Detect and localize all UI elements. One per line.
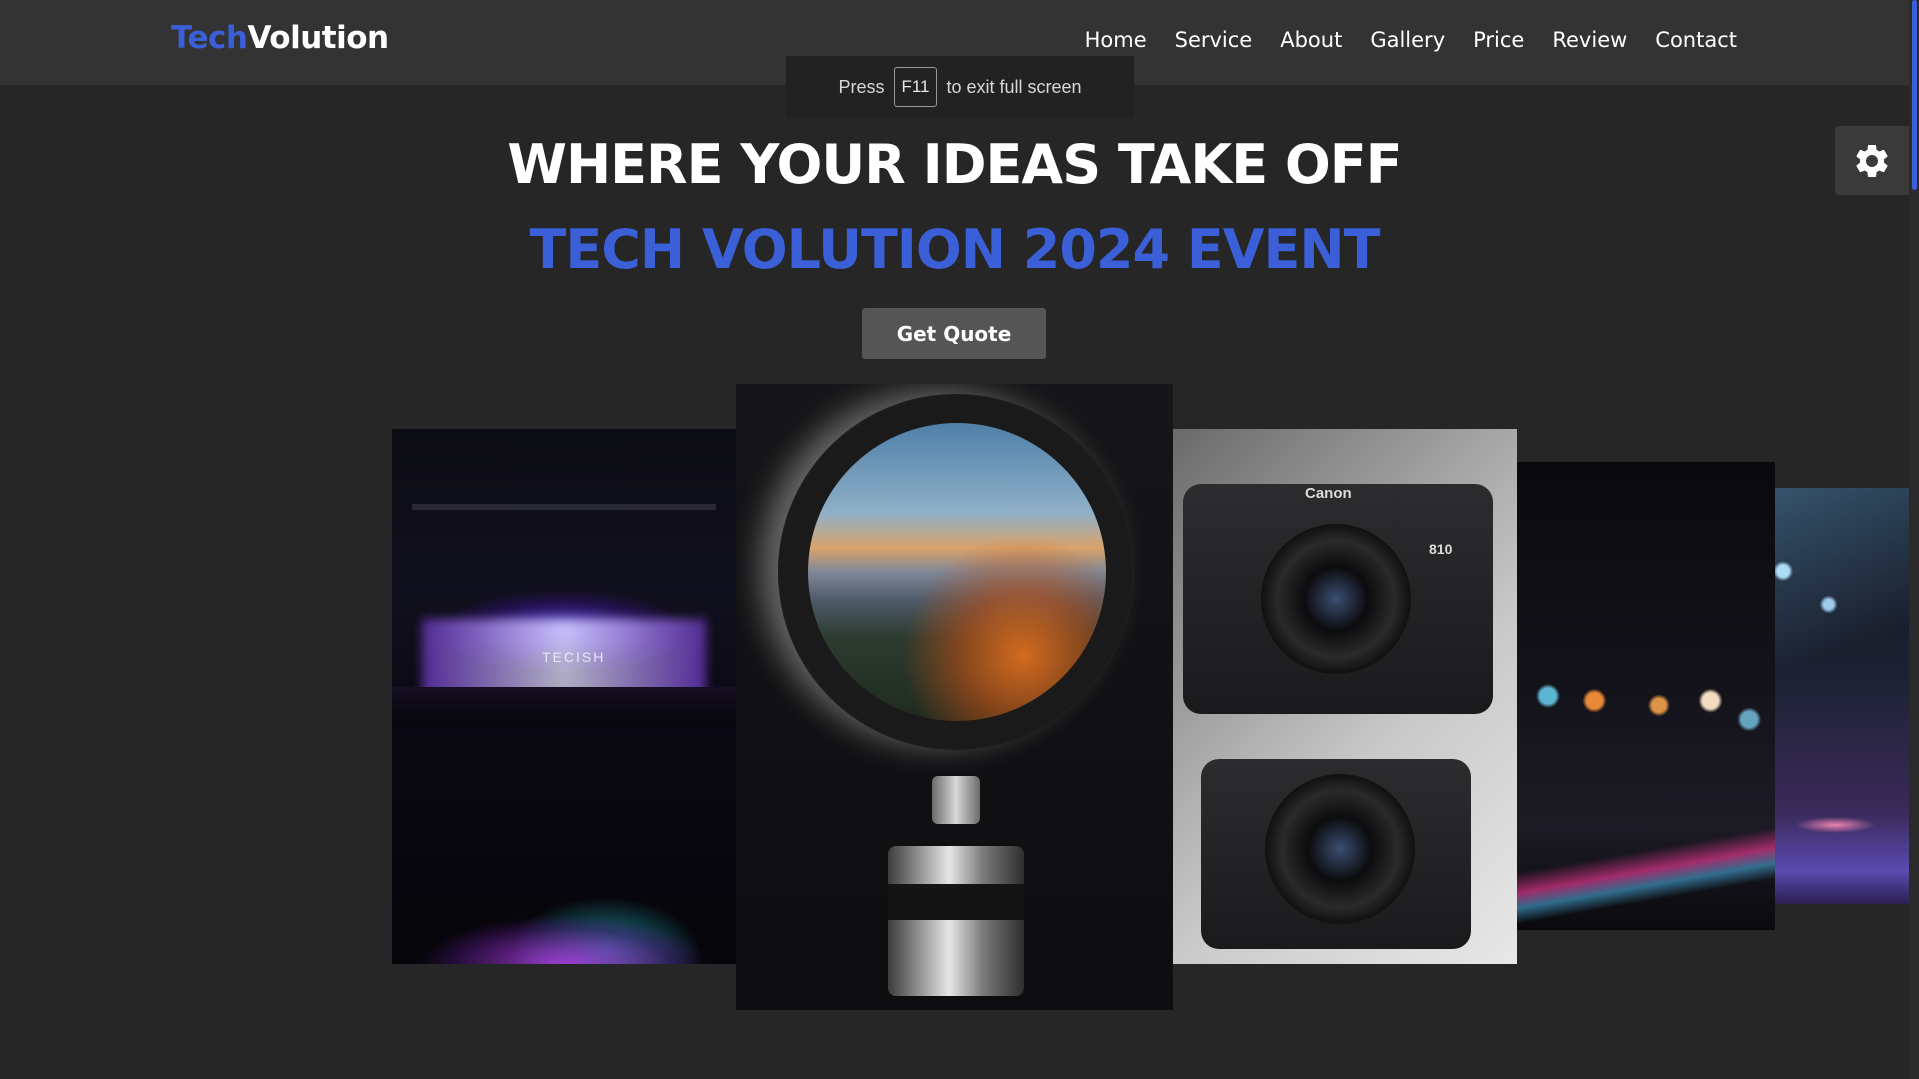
- nav-item-price[interactable]: Price: [1473, 28, 1524, 52]
- nav-links: Home Service About Gallery Price Review …: [1085, 28, 1737, 52]
- gallery-image-concert[interactable]: TECISH: [392, 429, 736, 964]
- nav-item-contact[interactable]: Contact: [1655, 28, 1737, 52]
- gallery-image-cameras[interactable]: Canon 810: [1173, 429, 1517, 964]
- gallery-image-stage[interactable]: [1775, 488, 1909, 904]
- concert-truss: [412, 504, 716, 510]
- lens-stand-neck: [932, 776, 980, 824]
- camera-bottom-lens: [1265, 774, 1415, 924]
- page-scrollbar[interactable]: [1909, 0, 1919, 1079]
- nav-item-about[interactable]: About: [1280, 28, 1342, 52]
- lens-mountain-view: [808, 423, 1106, 721]
- gallery-image-bokeh[interactable]: [1517, 462, 1775, 930]
- hero-title: WHERE YOUR IDEAS TAKE OFF: [507, 133, 1402, 196]
- nav-item-home[interactable]: Home: [1085, 28, 1147, 52]
- fullscreen-toast-key: F11: [894, 67, 937, 107]
- scrollbar-thumb[interactable]: [1912, 0, 1917, 190]
- concert-crowd: [392, 687, 736, 727]
- fullscreen-toast: Press F11 to exit full screen: [786, 56, 1134, 118]
- carousel-dots: [780, 1074, 1140, 1079]
- camera-top-lens: [1261, 524, 1411, 674]
- nav-item-gallery[interactable]: Gallery: [1370, 28, 1445, 52]
- brand-logo-rest: Volution: [247, 20, 390, 56]
- fullscreen-toast-suffix: to exit full screen: [946, 76, 1082, 97]
- brand-logo[interactable]: TechVolution: [171, 20, 389, 56]
- nav-item-review[interactable]: Review: [1552, 28, 1627, 52]
- brand-logo-accent: Tech: [171, 20, 248, 56]
- concert-stage-caption: TECISH: [542, 649, 606, 665]
- gallery-image-lens[interactable]: [736, 384, 1173, 1010]
- lens-stand-body: [888, 846, 1024, 996]
- camera-brand-label: Canon: [1305, 485, 1352, 502]
- hero-subtitle: TECH VOLUTION 2024 EVENT: [529, 218, 1381, 281]
- get-quote-button[interactable]: Get Quote: [862, 308, 1046, 359]
- fullscreen-toast-prefix: Press: [838, 76, 885, 97]
- nav-item-service[interactable]: Service: [1175, 28, 1253, 52]
- camera-model-label: 810: [1429, 541, 1453, 557]
- lens-stand-band: [888, 884, 1024, 920]
- page: TechVolution Home Service About Gallery …: [0, 0, 1919, 1079]
